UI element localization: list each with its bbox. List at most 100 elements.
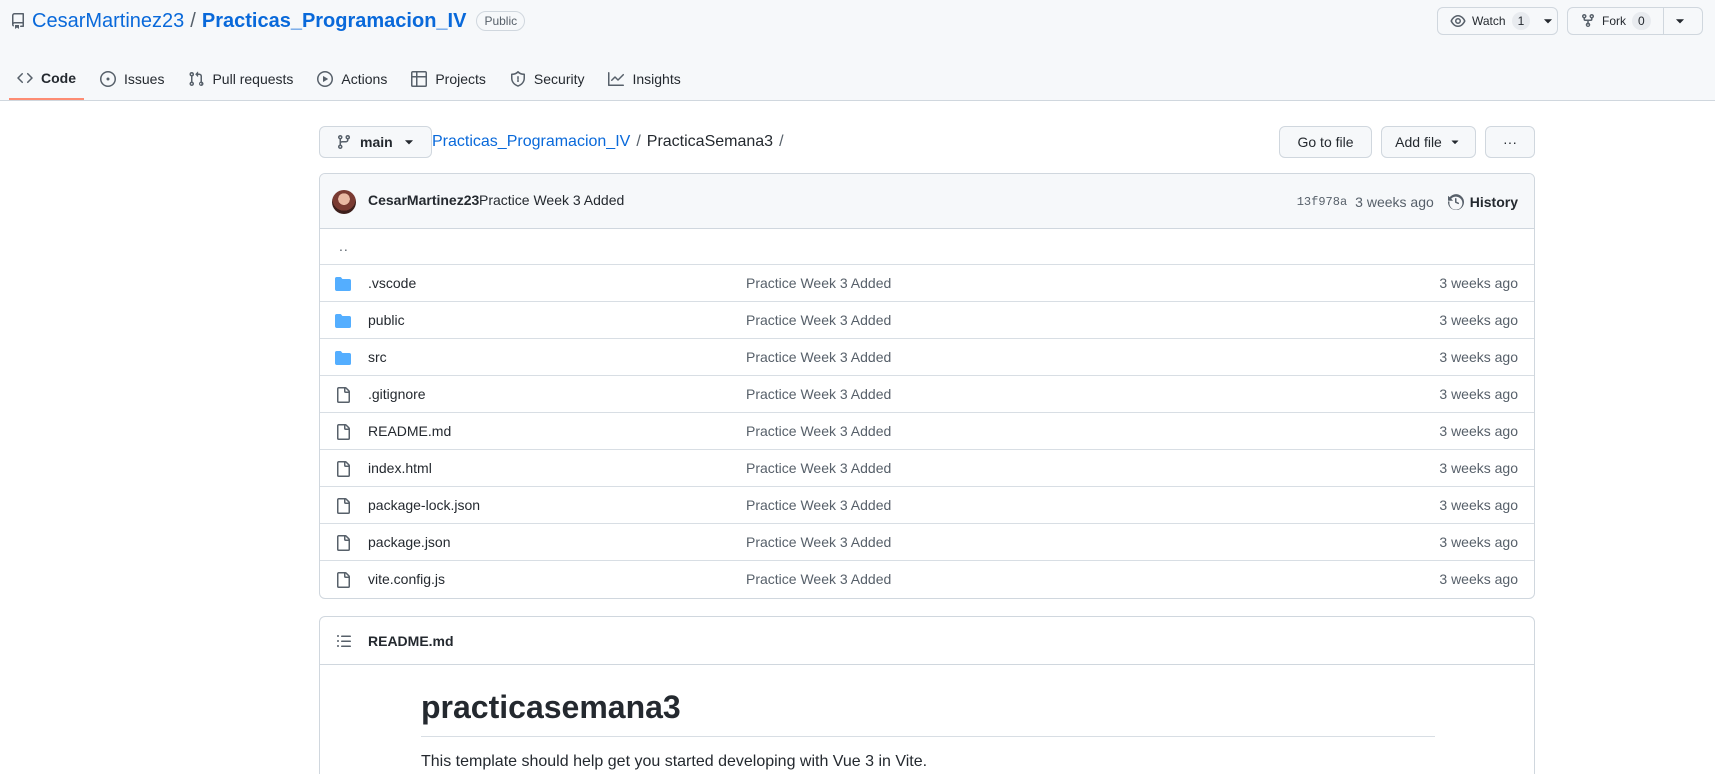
tab-actions[interactable]: Actions xyxy=(309,58,395,100)
file-commit-message-link[interactable]: Practice Week 3 Added xyxy=(746,312,891,328)
commit-author-link[interactable]: CesarMartinez23 xyxy=(368,192,479,208)
watch-count: 1 xyxy=(1511,12,1531,30)
readme-filename[interactable]: README.md xyxy=(368,633,454,649)
readme-content: practicasemana3 This template should hel… xyxy=(421,687,1435,771)
latest-commit-bar: CesarMartinez23 Practice Week 3 Added 13… xyxy=(320,174,1534,229)
add-file-button[interactable]: Add file xyxy=(1381,126,1476,158)
triangle-down-icon xyxy=(1544,19,1553,24)
code-icon xyxy=(17,72,33,84)
commit-message-link[interactable]: Practice Week 3 Added xyxy=(479,192,624,208)
tab-pull-requests[interactable]: Pull requests xyxy=(180,58,301,100)
file-row[interactable]: package.json Practice Week 3 Added 3 weeks… xyxy=(320,524,1534,561)
file-commit-age: 3 weeks ago xyxy=(1439,386,1518,402)
triangle-down-icon xyxy=(1451,140,1459,145)
file-name-link[interactable]: .gitignore xyxy=(368,386,426,402)
fork-dropdown[interactable] xyxy=(1662,8,1696,34)
fork-button[interactable]: Fork 0 xyxy=(1567,7,1703,35)
file-commit-message-link[interactable]: Practice Week 3 Added xyxy=(746,497,891,513)
breadcrumb-separator: / xyxy=(636,133,641,150)
file-icon xyxy=(335,572,351,588)
triangle-down-icon xyxy=(1675,19,1684,24)
more-options-button[interactable]: ··· xyxy=(1485,126,1535,158)
repo-owner-link[interactable]: CesarMartinez23 xyxy=(32,10,184,33)
eye-icon xyxy=(1450,15,1466,27)
repo-nav-tabs: Code Issues Pull requests Actions Projec… xyxy=(9,58,697,101)
watch-dropdown[interactable] xyxy=(1538,8,1557,34)
go-to-file-button[interactable]: Go to file xyxy=(1279,126,1372,158)
file-list: CesarMartinez23 Practice Week 3 Added 13… xyxy=(319,173,1535,599)
branch-select-button[interactable]: main xyxy=(319,126,432,158)
file-commit-age: 3 weeks ago xyxy=(1439,497,1518,513)
tab-label: Security xyxy=(533,71,585,87)
tab-insights[interactable]: Insights xyxy=(600,58,688,100)
add-file-label: Add file xyxy=(1395,134,1442,150)
file-commit-message-link[interactable]: Practice Week 3 Added xyxy=(746,423,891,439)
watch-label: Watch xyxy=(1472,14,1506,28)
breadcrumb-current-folder: PracticaSemana3 xyxy=(646,133,774,150)
file-name-link[interactable]: src xyxy=(368,349,387,365)
tab-security[interactable]: Security xyxy=(502,58,593,100)
file-name-link[interactable]: index.html xyxy=(368,460,432,476)
file-row[interactable]: vite.config.js Practice Week 3 Added 3 wee… xyxy=(320,561,1534,598)
file-commit-message-link[interactable]: Practice Week 3 Added xyxy=(746,386,891,402)
file-commit-age: 3 weeks ago xyxy=(1439,571,1518,587)
tab-label: Actions xyxy=(341,71,388,87)
file-row[interactable]: public Practice Week 3 Added 3 weeks ago xyxy=(320,302,1534,339)
file-name-link[interactable]: vite.config.js xyxy=(368,571,445,587)
file-name-link[interactable]: package-lock.json xyxy=(368,497,480,513)
file-name-link[interactable]: .vscode xyxy=(368,275,416,291)
issue-opened-icon xyxy=(100,71,116,87)
file-commit-message-link[interactable]: Practice Week 3 Added xyxy=(746,571,891,587)
tab-label: Code xyxy=(41,70,76,86)
tab-projects[interactable]: Projects xyxy=(403,58,494,100)
readme-paragraph: This template should help get you starte… xyxy=(421,753,928,770)
file-icon xyxy=(335,498,351,514)
file-commit-message-link[interactable]: Practice Week 3 Added xyxy=(746,275,891,291)
kebab-horizontal-icon: ··· xyxy=(1503,134,1517,150)
file-row[interactable]: index.html Practice Week 3 Added 3 weeks a… xyxy=(320,450,1534,487)
avatar[interactable] xyxy=(332,190,356,214)
breadcrumb-trailing-separator: / xyxy=(779,133,784,150)
fork-label: Fork xyxy=(1602,14,1626,28)
tab-label: Insights xyxy=(632,71,681,87)
list-unordered-icon[interactable] xyxy=(336,633,352,649)
file-commit-message-link[interactable]: Practice Week 3 Added xyxy=(746,349,891,365)
commit-age: 3 weeks ago xyxy=(1355,193,1434,210)
file-name-link[interactable]: public xyxy=(368,312,405,328)
table-icon xyxy=(411,71,428,87)
tab-label: Projects xyxy=(435,71,486,87)
tab-label: Issues xyxy=(124,71,165,87)
file-commit-age: 3 weeks ago xyxy=(1439,534,1518,550)
file-commit-age: 3 weeks ago xyxy=(1439,312,1518,328)
parent-directory-link[interactable]: .. xyxy=(339,238,349,254)
triangle-down-icon xyxy=(404,140,413,145)
repo-forked-icon xyxy=(1582,13,1594,28)
file-directory-icon xyxy=(335,313,351,329)
file-row[interactable]: README.md Practice Week 3 Added 3 weeks ag… xyxy=(320,413,1534,450)
commit-meta: 13f978a 3 weeks ago History xyxy=(1297,174,1518,229)
file-row[interactable]: src Practice Week 3 Added 3 weeks ago xyxy=(320,339,1534,376)
visibility-badge: Public xyxy=(476,11,526,31)
history-link[interactable]: History xyxy=(1447,193,1518,210)
commit-sha-link[interactable]: 13f978a xyxy=(1297,195,1347,209)
breadcrumb: Practicas_Programacion_IV / PracticaSema… xyxy=(432,126,784,158)
history-icon xyxy=(1447,193,1464,210)
file-row[interactable]: package-lock.json Practice Week 3 Added 3 … xyxy=(320,487,1534,524)
file-row[interactable]: .gitignore Practice Week 3 Added 3 weeks a… xyxy=(320,376,1534,413)
readme-heading: practicasemana3 xyxy=(421,687,1435,737)
breadcrumb-repo-link[interactable]: Practicas_Programacion_IV xyxy=(432,133,630,151)
readme-header: README.md xyxy=(320,617,1534,665)
tab-code[interactable]: Code xyxy=(9,58,84,100)
file-commit-message-link[interactable]: Practice Week 3 Added xyxy=(746,460,891,476)
repo-name-link[interactable]: Practicas_Programacion_IV xyxy=(202,10,467,33)
file-name-link[interactable]: README.md xyxy=(368,423,451,439)
file-commit-age: 3 weeks ago xyxy=(1439,423,1518,439)
file-name-link[interactable]: package.json xyxy=(368,534,451,550)
file-row[interactable]: .vscode Practice Week 3 Added 3 weeks ago xyxy=(320,265,1534,302)
readme-panel: README.md practicasemana3 This template … xyxy=(319,616,1535,774)
repo-icon xyxy=(12,13,24,29)
parent-directory-row[interactable]: .. xyxy=(320,229,1534,265)
file-commit-message-link[interactable]: Practice Week 3 Added xyxy=(746,534,891,550)
tab-issues[interactable]: Issues xyxy=(92,58,172,100)
watch-button[interactable]: Watch 1 xyxy=(1437,7,1558,35)
